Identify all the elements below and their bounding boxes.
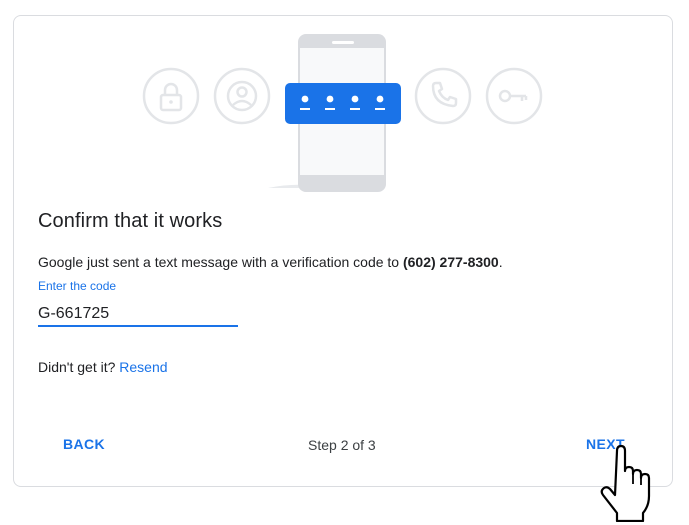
resend-prompt: Didn't get it? [38, 359, 120, 375]
key-icon [485, 67, 543, 125]
resend-row: Didn't get it? Resend [38, 359, 168, 375]
page-title: Confirm that it works [38, 210, 223, 232]
phone-number: (602) 277-8300 [402, 254, 499, 270]
resend-link[interactable]: Resend [119, 359, 167, 375]
phone-icon [414, 67, 472, 125]
lock-icon [142, 67, 200, 125]
back-button[interactable]: BACK [63, 436, 105, 452]
hero-illustration [142, 34, 543, 192]
verification-code-input[interactable] [38, 303, 238, 327]
code-field-label: Enter the code [38, 279, 117, 293]
account-icon [213, 67, 271, 125]
hand-pointer-cursor-icon [600, 444, 651, 522]
verification-card: Confirm that it works Google just sent a… [13, 15, 673, 487]
description-prefix: Google just sent a text message with a v… [38, 254, 403, 270]
description-suffix: . [498, 254, 503, 270]
verification-description: Google just sent a text message with a v… [38, 254, 503, 270]
step-indicator: Step 2 of 3 [308, 437, 376, 453]
code-bubble [285, 83, 401, 124]
